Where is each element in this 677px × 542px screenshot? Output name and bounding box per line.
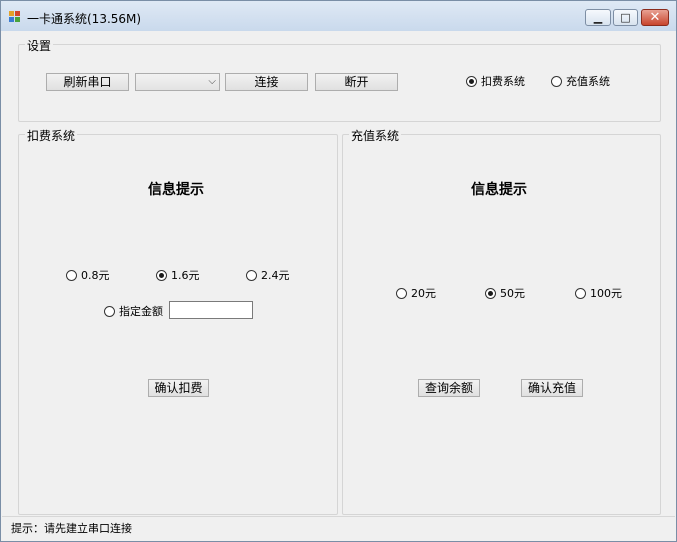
title-bar[interactable]: 一卡通系统(13.56M) ▁ □ ✕ (1, 1, 676, 31)
recharge-radio-50-label: 50元 (500, 287, 525, 300)
close-button[interactable]: ✕ (641, 9, 669, 26)
recharge-radio-20-label: 20元 (411, 287, 436, 300)
settings-group-title: 设置 (25, 37, 54, 54)
connect-button[interactable]: 连接 (225, 73, 308, 91)
maximize-icon: □ (620, 11, 631, 24)
deduct-group: 扣费系统 信息提示 0.8元 1.6元 2.4元 指定金额 确认扣费 (18, 127, 338, 515)
status-text: 提示：请先建立串口连接 (11, 522, 132, 535)
deduct-radio-1-6-label: 1.6元 (171, 269, 200, 282)
radio-circle (551, 76, 562, 87)
recharge-info-heading: 信息提示 (471, 182, 527, 198)
maximize-button[interactable]: □ (613, 9, 638, 26)
window-title: 一卡通系统(13.56M) (27, 12, 142, 26)
deduct-group-title: 扣费系统 (25, 127, 78, 144)
serial-port-select[interactable]: ⌵ (135, 73, 220, 91)
radio-circle (104, 306, 115, 317)
recharge-radio-100-label: 100元 (590, 287, 622, 300)
custom-amount-input[interactable] (169, 301, 253, 319)
close-icon: ✕ (649, 10, 661, 25)
recharge-group: 充值系统 信息提示 20元 50元 100元 查询余额 确认充值 (342, 127, 661, 515)
minimize-icon: ▁ (593, 11, 603, 24)
deduct-info-heading: 信息提示 (148, 182, 204, 198)
radio-circle (66, 270, 77, 281)
minimize-button[interactable]: ▁ (585, 9, 611, 26)
chevron-down-icon: ⌵ (208, 76, 216, 87)
radio-circle (575, 288, 586, 299)
status-bar-divider (2, 516, 675, 517)
deduct-radio-0-8-label: 0.8元 (81, 269, 110, 282)
radio-circle (485, 288, 496, 299)
confirm-deduct-button[interactable]: 确认扣费 (148, 379, 209, 397)
radio-circle (156, 270, 167, 281)
recharge-group-title: 充值系统 (349, 127, 402, 144)
mode-radio-recharge-label: 充值系统 (566, 75, 610, 88)
main-window: 一卡通系统(13.56M) ▁ □ ✕ 设置 刷新串口 ⌵ 连接 断开 扣费系统… (0, 0, 677, 542)
deduct-radio-2-4-label: 2.4元 (261, 269, 290, 282)
disconnect-button[interactable]: 断开 (315, 73, 398, 91)
mode-radio-deduct-label: 扣费系统 (481, 75, 525, 88)
radio-circle (246, 270, 257, 281)
confirm-recharge-button[interactable]: 确认充值 (521, 379, 583, 397)
radio-circle (466, 76, 477, 87)
refresh-ports-button[interactable]: 刷新串口 (46, 73, 129, 91)
query-balance-button[interactable]: 查询余额 (418, 379, 480, 397)
deduct-radio-custom-label: 指定金额 (119, 305, 163, 318)
app-icon (9, 11, 21, 23)
settings-group: 设置 刷新串口 ⌵ 连接 断开 扣费系统 充值系统 (18, 37, 661, 122)
radio-circle (396, 288, 407, 299)
